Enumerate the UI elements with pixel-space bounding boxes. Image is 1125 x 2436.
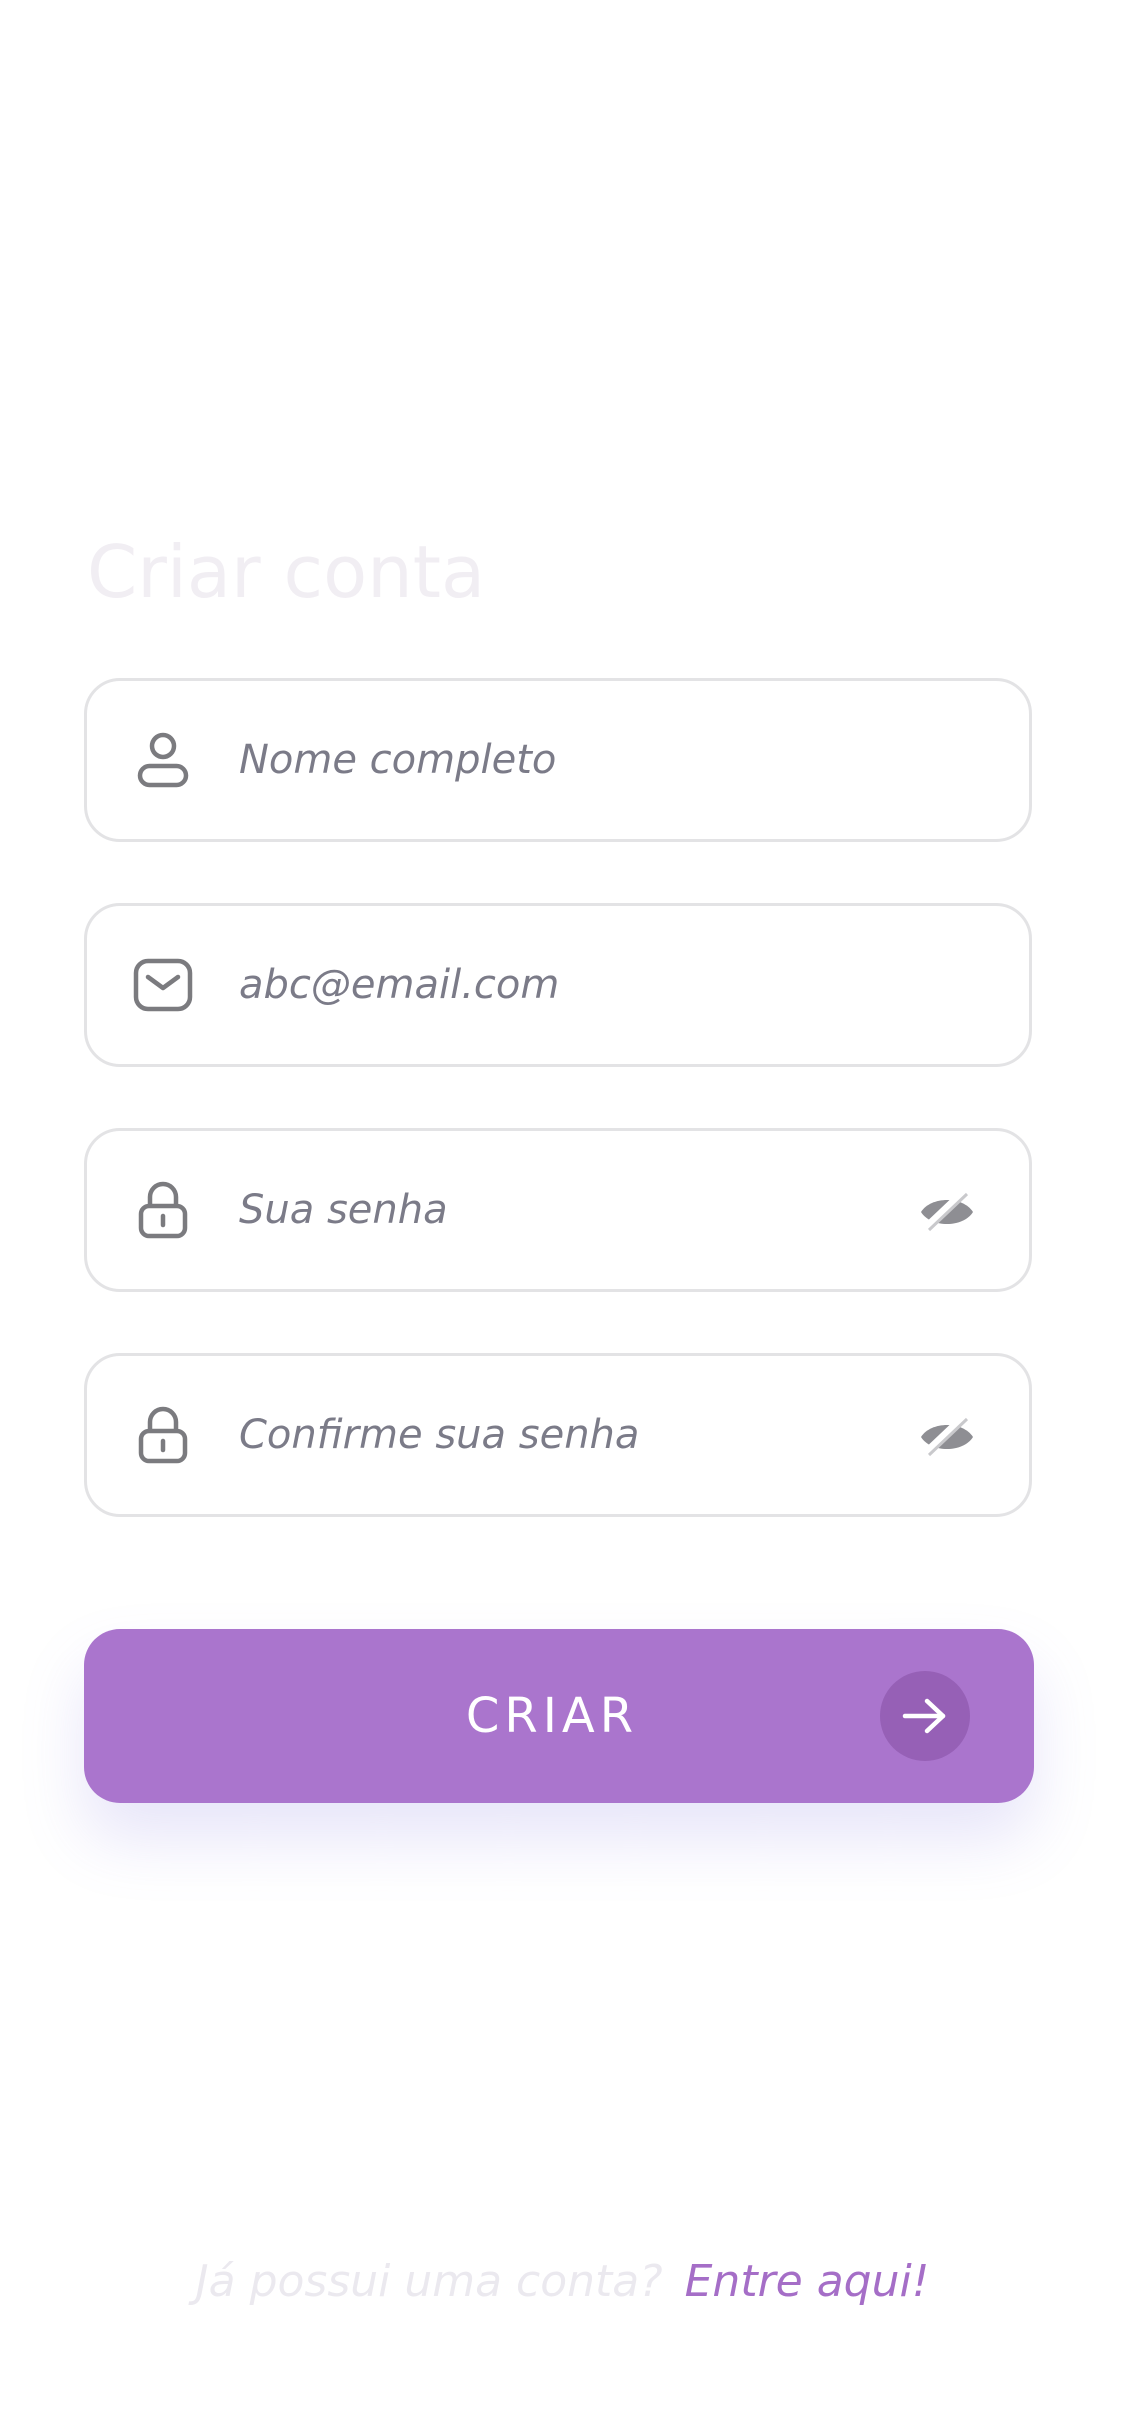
create-account-button[interactable]: CRIAR [84, 1629, 1034, 1803]
arrow-right-icon [880, 1671, 970, 1761]
lock-icon [133, 1405, 193, 1465]
email-field[interactable]: abc@email.com [84, 903, 1032, 1067]
full-name-field[interactable]: Nome completo [84, 678, 1032, 842]
page-title: Criar conta [87, 530, 486, 614]
eye-off-icon[interactable] [917, 1180, 977, 1240]
confirm-password-field[interactable]: Confirme sua senha [84, 1353, 1032, 1517]
eye-off-icon[interactable] [917, 1405, 977, 1465]
confirm-password-placeholder: Confirme sua senha [239, 1412, 640, 1458]
user-icon [133, 730, 193, 790]
lock-icon [133, 1180, 193, 1240]
login-link[interactable]: Entre aqui! [685, 2256, 930, 2307]
footer: Já possui uma conta? Entre aqui! [0, 2256, 1125, 2307]
full-name-placeholder: Nome completo [239, 737, 557, 783]
password-placeholder: Sua senha [239, 1187, 448, 1233]
password-field[interactable]: Sua senha [84, 1128, 1032, 1292]
email-placeholder: abc@email.com [239, 962, 560, 1008]
mail-icon [133, 955, 193, 1015]
have-account-text: Já possui uma conta? [195, 2256, 663, 2307]
